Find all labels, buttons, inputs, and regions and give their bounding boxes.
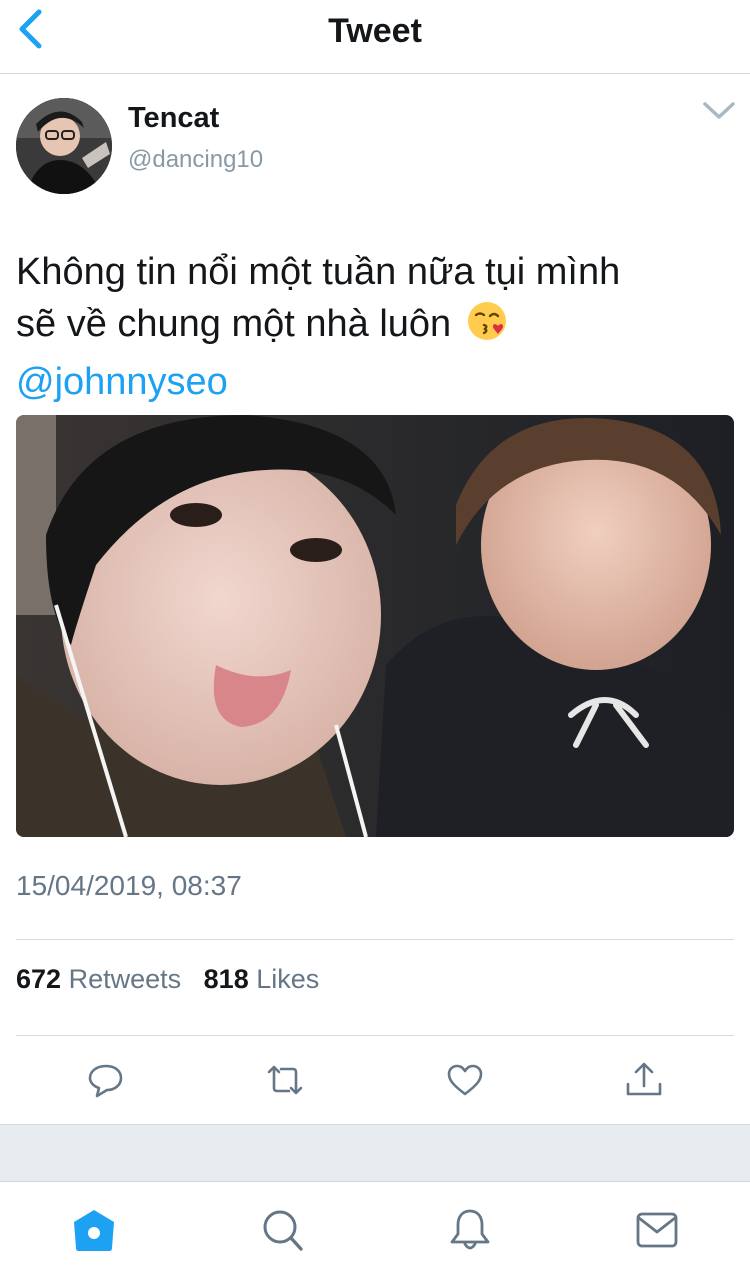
divider (16, 1035, 734, 1036)
tweet-text-line: sẽ về chung một nhà luôn (16, 298, 736, 356)
retweets-count: 672 (16, 964, 62, 994)
heart-icon (447, 1064, 483, 1096)
likes-stat[interactable]: 818 Likes (204, 964, 320, 994)
bell-icon (450, 1209, 490, 1250)
mail-icon (636, 1212, 678, 1248)
chevron-down-icon (703, 102, 735, 119)
tab-search[interactable] (258, 1206, 306, 1254)
bottom-tab-bar (0, 1182, 750, 1279)
tweet-options-button[interactable] (700, 96, 738, 126)
tweet-stats: 672 Retweets 818 Likes (16, 964, 319, 995)
tweet-text: Không tin nổi một tuần nữa tụi mình sẽ v… (16, 246, 736, 408)
reply-button[interactable] (84, 1058, 128, 1102)
retweets-label: Retweets (68, 964, 182, 994)
retweet-button[interactable] (263, 1058, 307, 1102)
share-icon (626, 1062, 662, 1096)
tweet-photo[interactable] (16, 415, 734, 837)
navigation-bar: Tweet (0, 0, 750, 74)
mention-link[interactable]: @johnnyseo (16, 356, 736, 408)
search-icon (263, 1210, 303, 1251)
home-icon (74, 1210, 114, 1251)
kissing-face-emoji-icon (466, 300, 508, 356)
tweet-timestamp: 15/04/2019, 08:37 (16, 870, 242, 901)
user-handle[interactable]: @dancing10 (128, 146, 263, 174)
likes-count: 818 (203, 964, 249, 994)
share-button[interactable] (622, 1058, 666, 1102)
tab-home[interactable] (70, 1206, 118, 1254)
retweets-stat[interactable]: 672 Retweets (16, 964, 181, 994)
reply-icon (88, 1064, 123, 1098)
tab-messages[interactable] (633, 1206, 681, 1254)
like-button[interactable] (443, 1058, 487, 1102)
divider (16, 939, 734, 940)
tweet-text-line: Không tin nổi một tuần nữa tụi mình (16, 251, 621, 293)
avatar[interactable] (16, 98, 112, 194)
tab-notifications[interactable] (446, 1206, 494, 1254)
retweet-icon (267, 1065, 303, 1095)
tweet-header: Tencat @dancing10 (0, 74, 750, 204)
tweet-text-segment: sẽ về chung một nhà luôn (16, 303, 452, 345)
display-name[interactable]: Tencat (128, 102, 219, 135)
likes-label: Likes (256, 964, 320, 994)
page-title: Tweet (328, 12, 422, 50)
section-separator (0, 1124, 750, 1182)
